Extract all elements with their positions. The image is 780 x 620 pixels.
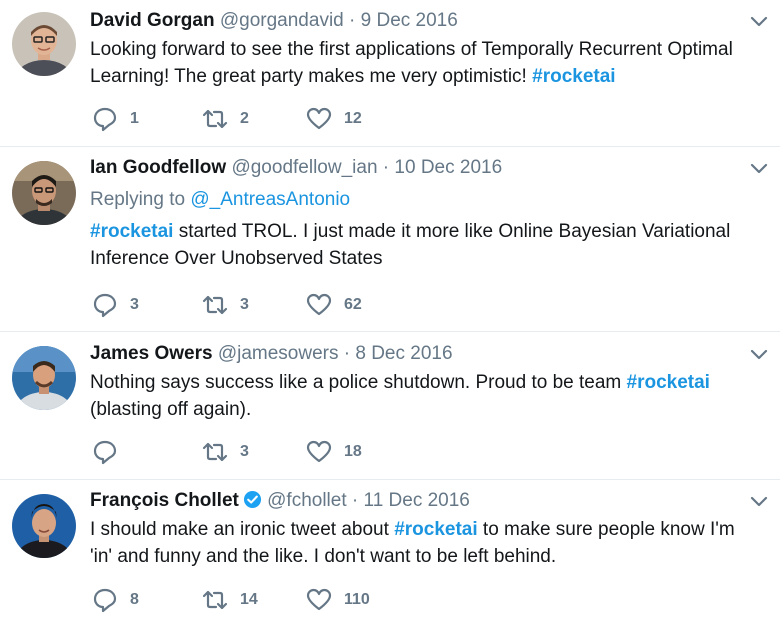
tweet-actions: 3 3 62 [92, 291, 492, 319]
reply-button[interactable]: 3 [92, 291, 139, 319]
tweet[interactable]: Ian Goodfellow @goodfellow_ian · 10 Dec … [0, 147, 780, 332]
tweet-text-after: started TROL. I just made it more like O… [90, 221, 731, 269]
reply-button[interactable]: 1 [92, 105, 139, 133]
reply-count: 3 [130, 296, 139, 313]
tweet-header: François Chollet @fchollet · 11 Dec 2016 [90, 489, 750, 513]
retweet-button[interactable]: 3 [202, 438, 249, 466]
separator-dot: · [349, 10, 356, 31]
like-button[interactable]: 18 [306, 438, 362, 466]
tweet-date[interactable]: 10 Dec 2016 [394, 157, 502, 178]
reply-icon [93, 588, 117, 613]
display-name[interactable]: François Chollet [90, 490, 239, 511]
separator-dot: · [382, 157, 390, 178]
like-count: 110 [344, 591, 370, 608]
heart-icon [306, 107, 332, 130]
display-name[interactable]: Ian Goodfellow [90, 157, 226, 178]
hashtag-link[interactable]: #rocketai [90, 221, 173, 242]
like-button[interactable]: 62 [306, 291, 362, 319]
tweet-header: David Gorgan @gorgandavid · 9 Dec 2016 [90, 9, 750, 33]
heart-icon [306, 440, 332, 463]
retweet-icon [202, 109, 228, 129]
display-name[interactable]: James Owers [90, 343, 213, 364]
tweet-header: James Owers @jamesowers · 8 Dec 2016 [90, 342, 750, 366]
chevron-down-icon[interactable] [750, 349, 768, 361]
replying-to-label: Replying to [90, 189, 191, 210]
avatar-photo [12, 346, 76, 410]
user-handle[interactable]: @fchollet [267, 490, 347, 511]
tweet-header: Ian Goodfellow @goodfellow_ian · 10 Dec … [90, 156, 750, 180]
hashtag-link[interactable]: #rocketai [627, 372, 710, 393]
like-count: 12 [344, 110, 362, 127]
retweet-button[interactable]: 14 [202, 586, 258, 614]
chevron-down-icon[interactable] [750, 496, 768, 508]
avatar[interactable] [12, 494, 76, 558]
tweet-actions: 3 18 [92, 438, 492, 466]
avatar-photo [12, 494, 76, 558]
retweet-count: 3 [240, 443, 249, 460]
separator-dot: · [351, 490, 359, 511]
hashtag-link[interactable]: #rocketai [394, 519, 477, 540]
verified-badge-icon [243, 490, 261, 509]
tweet-date[interactable]: 8 Dec 2016 [355, 343, 452, 364]
retweet-count: 2 [240, 110, 249, 127]
hashtag-link[interactable]: #rocketai [532, 66, 615, 87]
tweet-text-before: Looking forward to see the first applica… [90, 39, 733, 87]
reply-icon [93, 107, 117, 132]
avatar[interactable] [12, 12, 76, 76]
chevron-down-icon[interactable] [750, 163, 768, 175]
mention-link[interactable]: @_AntreasAntonio [190, 189, 350, 210]
tweet-text-before: Nothing says success like a police shutd… [90, 372, 627, 393]
reply-button[interactable] [92, 438, 130, 466]
display-name[interactable]: David Gorgan [90, 10, 215, 31]
separator-dot: · [343, 343, 351, 364]
avatar[interactable] [12, 346, 76, 410]
retweet-button[interactable]: 2 [202, 105, 249, 133]
retweet-count: 3 [240, 296, 249, 313]
tweet-text: I should make an ironic tweet about #roc… [90, 516, 750, 570]
like-button[interactable]: 12 [306, 105, 362, 133]
retweet-count: 14 [240, 591, 258, 608]
heart-icon [306, 588, 332, 611]
tweet-text-before: I should make an ironic tweet about [90, 519, 395, 540]
tweet[interactable]: David Gorgan @gorgandavid · 9 Dec 2016 L… [0, 0, 780, 147]
user-handle[interactable]: @gorgandavid [220, 10, 344, 31]
tweet[interactable]: James Owers @jamesowers · 8 Dec 2016 Not… [0, 332, 780, 480]
reply-count: 8 [130, 591, 139, 608]
tweet-text-after: (blasting off again). [90, 399, 252, 420]
replying-to: Replying to @_AntreasAntonio [90, 188, 750, 212]
retweet-button[interactable]: 3 [202, 291, 249, 319]
like-count: 62 [344, 296, 362, 313]
tweet-actions: 8 14 110 [92, 586, 492, 614]
reply-icon [93, 440, 117, 465]
avatar-photo [12, 161, 76, 225]
tweet-date[interactable]: 9 Dec 2016 [361, 10, 458, 31]
retweet-icon [202, 442, 228, 462]
reply-icon [93, 293, 117, 318]
avatar-photo [12, 12, 76, 76]
user-handle[interactable]: @goodfellow_ian [231, 157, 377, 178]
tweet-date[interactable]: 11 Dec 2016 [364, 490, 470, 511]
tweet-text: Nothing says success like a police shutd… [90, 369, 750, 423]
retweet-icon [202, 590, 228, 610]
like-button[interactable]: 110 [306, 586, 370, 614]
retweet-icon [202, 295, 228, 315]
heart-icon [306, 293, 332, 316]
tweet-actions: 1 2 12 [92, 105, 492, 133]
avatar[interactable] [12, 161, 76, 225]
tweet-text: #rocketai started TROL. I just made it m… [90, 218, 750, 272]
tweet-text: Looking forward to see the first applica… [90, 36, 750, 90]
reply-button[interactable]: 8 [92, 586, 139, 614]
reply-count: 1 [130, 110, 139, 127]
like-count: 18 [344, 443, 362, 460]
tweet[interactable]: François Chollet @fchollet · 11 Dec 2016… [0, 480, 780, 620]
user-handle[interactable]: @jamesowers [218, 343, 339, 364]
chevron-down-icon[interactable] [750, 16, 768, 28]
